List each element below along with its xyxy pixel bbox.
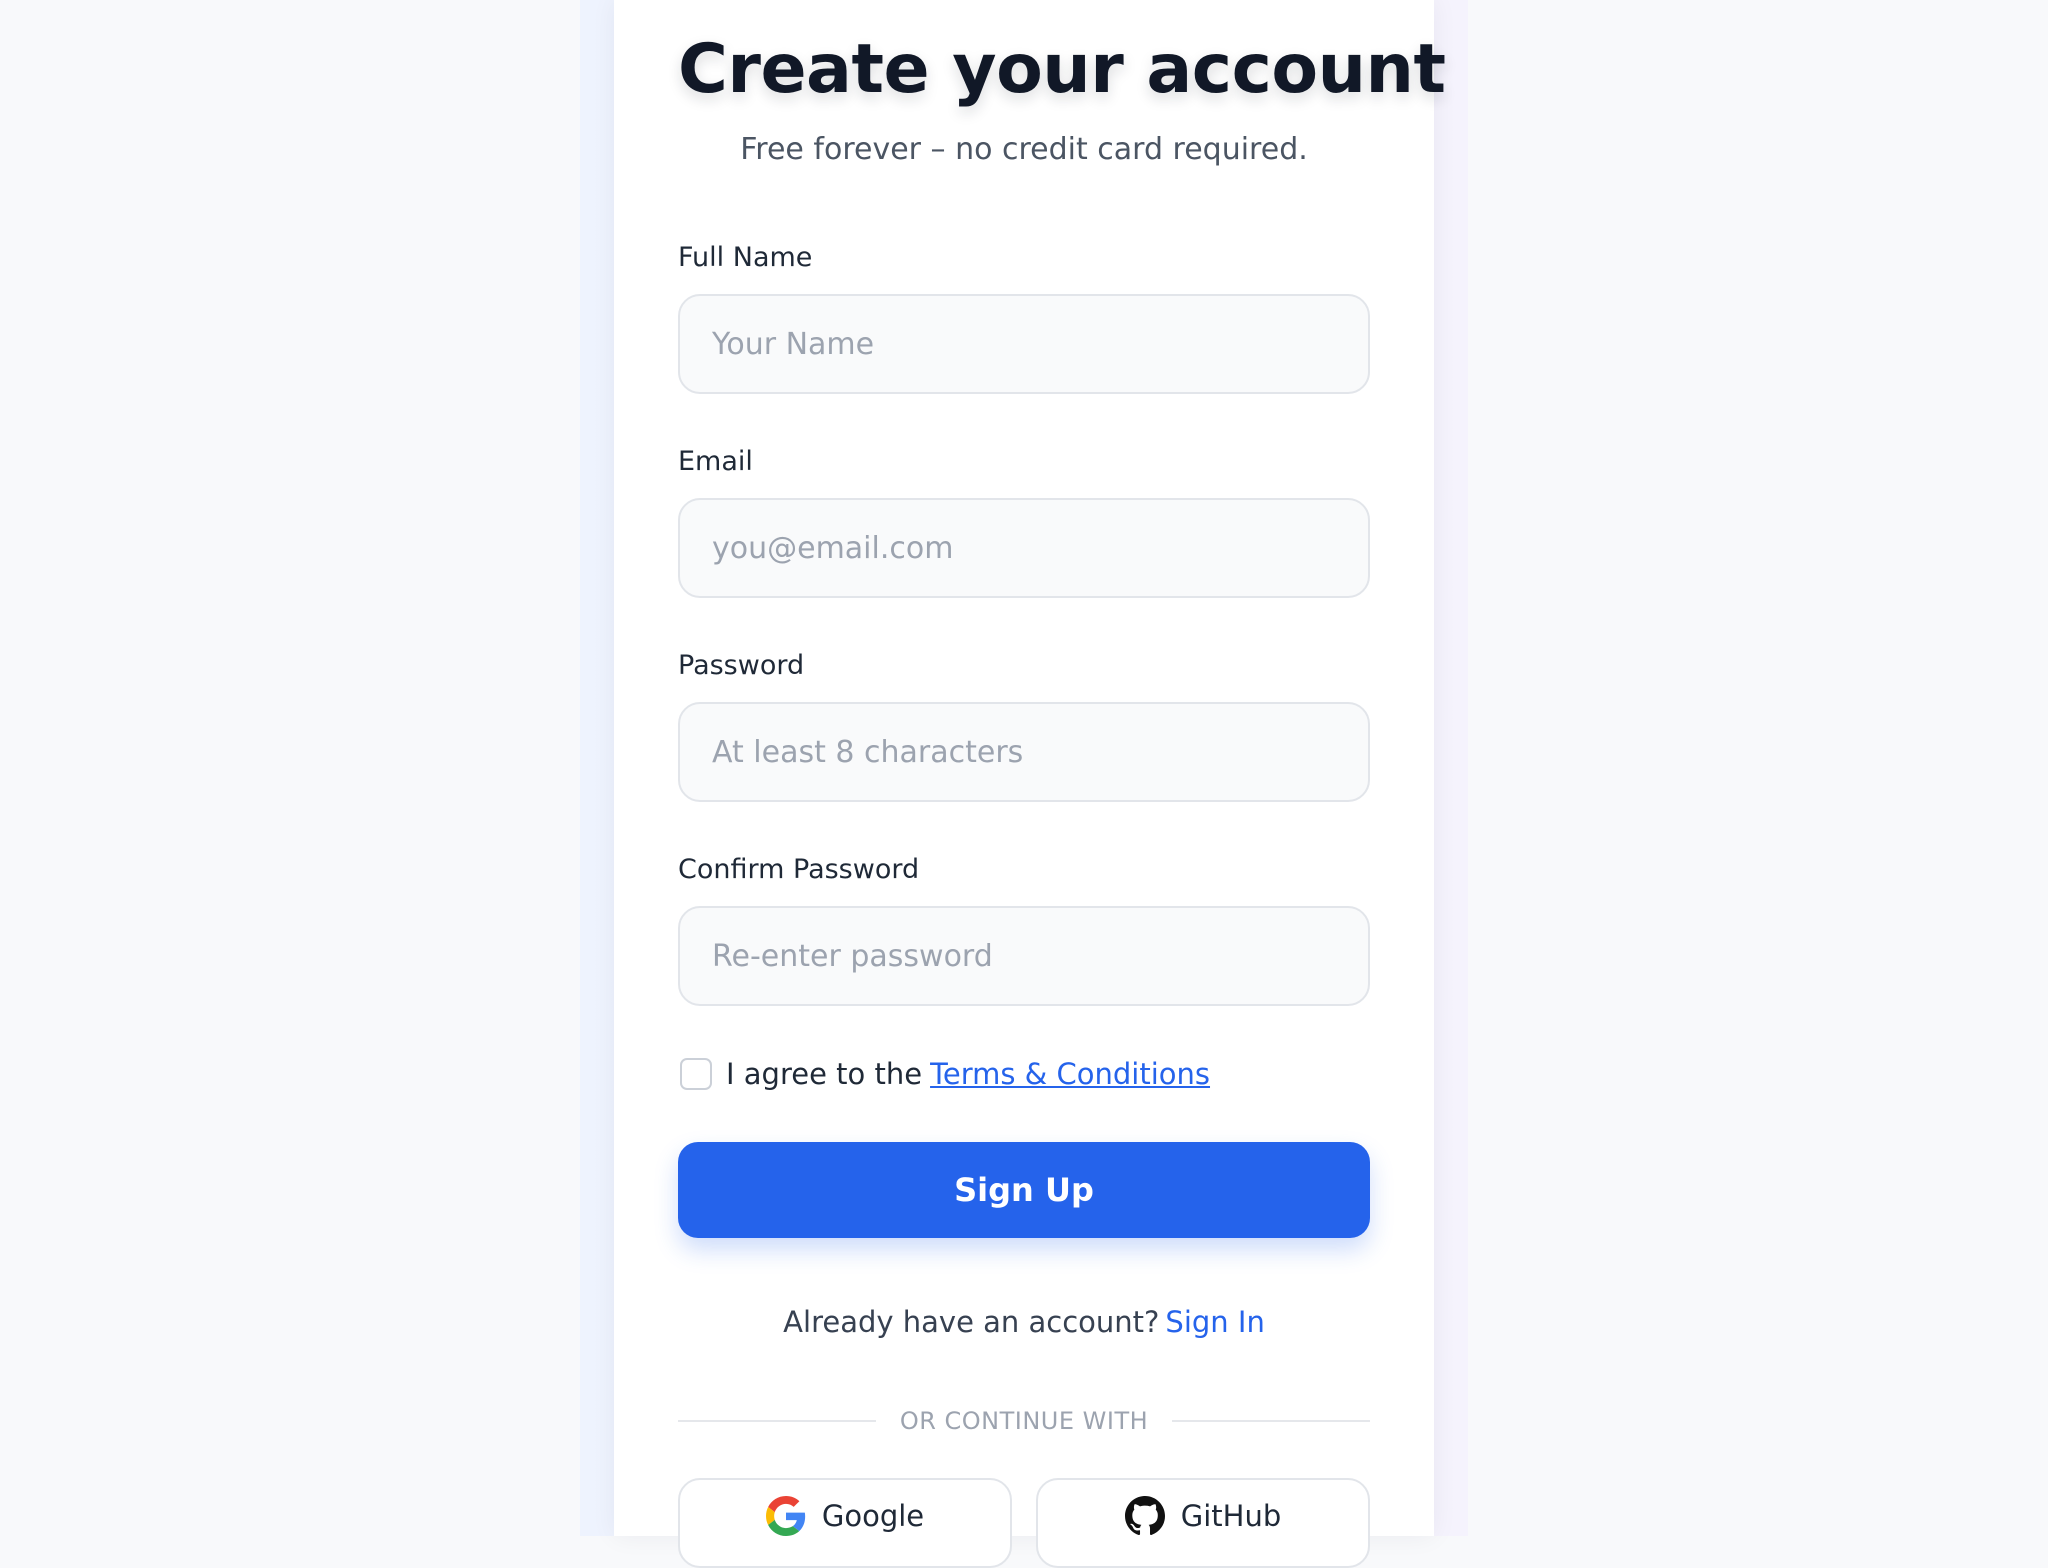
full-name-label: Full Name	[678, 242, 813, 273]
terms-checkbox[interactable]	[680, 1058, 712, 1090]
confirm-password-label: Confirm Password	[678, 854, 920, 885]
full-name-input[interactable]	[678, 294, 1370, 394]
signup-card: Create your account Free forever – no cr…	[614, 0, 1446, 1568]
password-label: Password	[678, 650, 805, 681]
password-input[interactable]	[678, 702, 1370, 802]
github-button-label: GitHub	[1180, 1499, 1282, 1533]
page-subtitle: Free forever – no credit card required.	[740, 132, 1308, 167]
sign-up-button[interactable]: Sign Up	[678, 1142, 1370, 1238]
email-input[interactable]	[678, 498, 1370, 598]
google-icon	[765, 1496, 806, 1536]
terms-row: I agree to the Terms & Conditions	[678, 1054, 1370, 1094]
google-button[interactable]: Google	[678, 1478, 1012, 1568]
divider-line-right	[1172, 1420, 1370, 1422]
divider-line-left	[678, 1420, 876, 1422]
confirm-password-input[interactable]	[678, 906, 1370, 1006]
divider-label: OR CONTINUE WITH	[899, 1407, 1149, 1435]
github-icon	[1124, 1496, 1165, 1536]
email-label: Email	[678, 446, 753, 477]
social-divider: OR CONTINUE WITH	[678, 1404, 1370, 1438]
terms-link[interactable]: Terms & Conditions	[930, 1057, 1210, 1091]
google-button-label: Google	[821, 1499, 925, 1533]
signin-prompt: Already have an account? Sign In	[678, 1302, 1370, 1342]
signin-text: Already have an account?	[783, 1305, 1160, 1339]
terms-text: I agree to the	[726, 1057, 923, 1091]
sign-in-link[interactable]: Sign In	[1165, 1305, 1264, 1339]
page-title: Create your account	[678, 30, 1446, 109]
github-button[interactable]: GitHub	[1036, 1478, 1370, 1568]
